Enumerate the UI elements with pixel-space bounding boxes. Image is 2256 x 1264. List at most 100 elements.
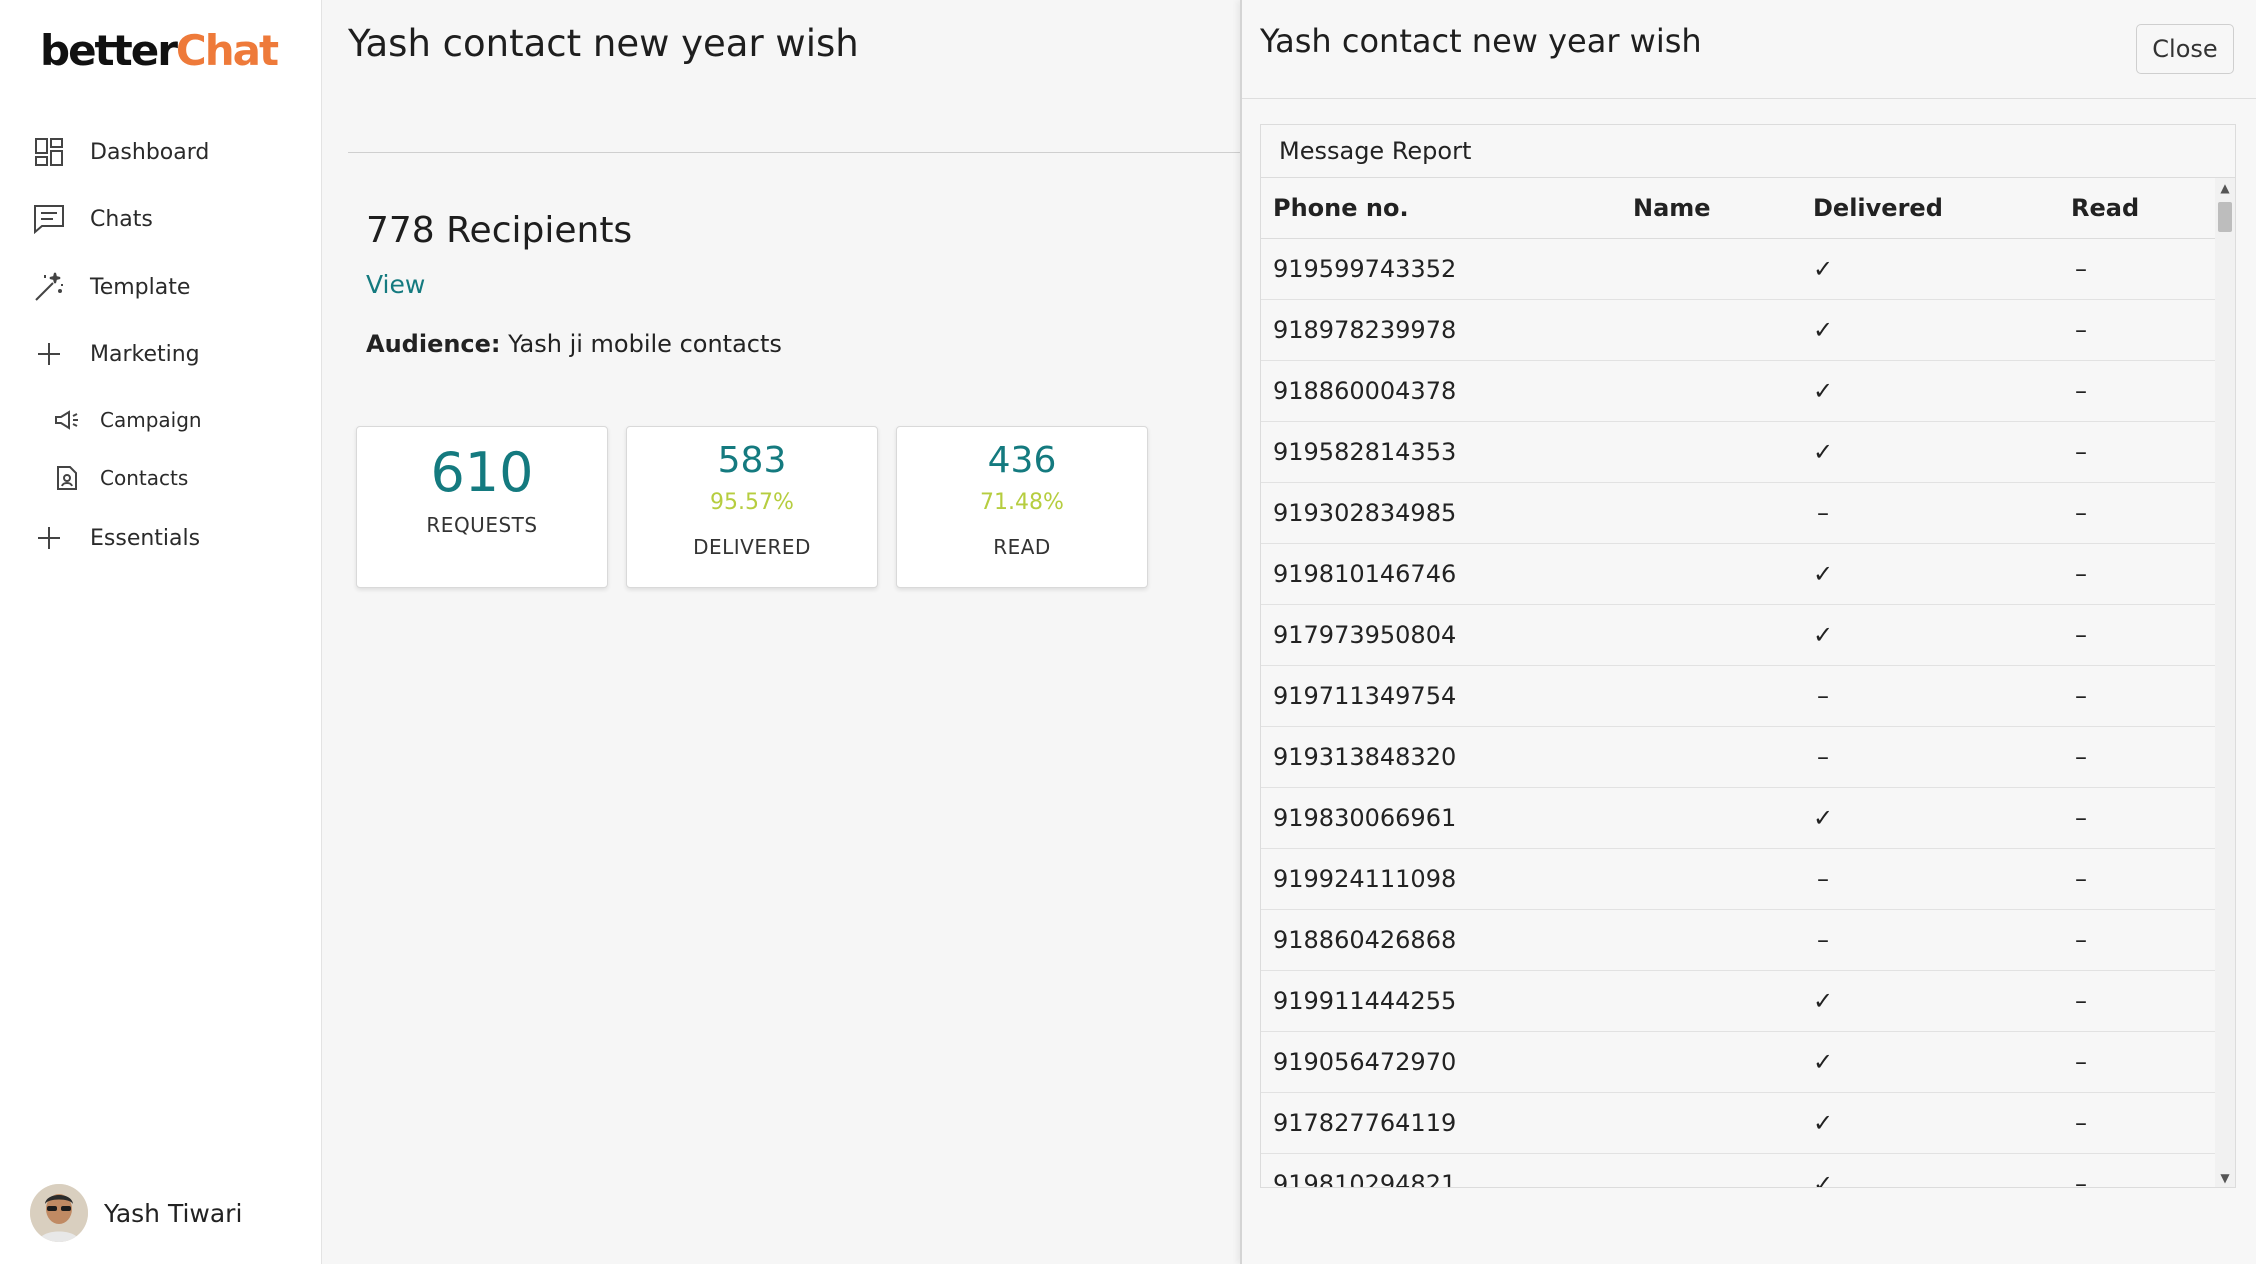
delivered-cell: ✓ <box>1801 543 2059 605</box>
sidebar-item-label: Campaign <box>100 408 202 432</box>
phone-cell: 919582814353 <box>1261 421 1621 483</box>
dash-icon: – <box>2075 621 2087 649</box>
table-row: 919056472970 ✓ – <box>1261 1031 2217 1093</box>
close-button[interactable]: Close <box>2136 24 2234 74</box>
table-row: 918860004378 ✓ – <box>1261 360 2217 422</box>
dash-icon: – <box>2075 804 2087 832</box>
message-report-panel: Yash contact new year wish Close Message… <box>1240 0 2256 1264</box>
report-table-container: Phone no. Name Delivered Read 9195997433… <box>1261 178 2217 1188</box>
name-cell <box>1621 970 1801 1032</box>
name-cell <box>1621 726 1801 788</box>
name-cell <box>1621 360 1801 422</box>
column-header-delivered[interactable]: Delivered <box>1801 178 2059 239</box>
audience-info: Audience: Yash ji mobile contacts <box>366 330 782 358</box>
page-title: Yash contact new year wish <box>348 22 859 65</box>
table-row: 919911444255 ✓ – <box>1261 970 2217 1032</box>
sidebar-item-label: Contacts <box>100 466 189 490</box>
dash-icon: – <box>2075 255 2087 283</box>
read-cell: – <box>2059 909 2217 971</box>
check-icon: ✓ <box>1813 316 1834 344</box>
table-row: 918978239978 ✓ – <box>1261 299 2217 361</box>
read-cell: – <box>2059 1153 2217 1187</box>
report-table: Phone no. Name Delivered Read 9195997433… <box>1261 178 2217 1188</box>
phone-cell: 919313848320 <box>1261 726 1621 788</box>
name-cell <box>1621 543 1801 605</box>
name-cell <box>1621 787 1801 849</box>
name-cell <box>1621 665 1801 727</box>
dash-icon: – <box>2075 316 2087 344</box>
brand-logo[interactable]: betterChat <box>40 26 279 75</box>
dash-icon: – <box>1817 865 1829 893</box>
name-cell <box>1621 238 1801 300</box>
table-row: 919810294821 ✓ – <box>1261 1153 2217 1188</box>
sidebar-item-essentials[interactable]: Essentials <box>32 516 200 560</box>
table-header-row: Phone no. Name Delivered Read <box>1261 178 2217 239</box>
column-header-phone[interactable]: Phone no. <box>1261 178 1621 239</box>
sidebar: betterChat Dashboard Chats Template Mark… <box>0 0 322 1264</box>
phone-cell: 919810294821 <box>1261 1153 1621 1187</box>
delivered-cell: ✓ <box>1801 360 2059 422</box>
dash-icon: – <box>1817 926 1829 954</box>
scroll-up-arrow-icon[interactable]: ▲ <box>2215 178 2235 198</box>
sidebar-item-label: Essentials <box>90 525 201 551</box>
delivered-label: DELIVERED <box>693 535 811 559</box>
read-percent: 71.48% <box>980 490 1064 515</box>
dash-icon: – <box>2075 743 2087 771</box>
phone-cell: 918860004378 <box>1261 360 1621 422</box>
dash-icon: – <box>2075 1109 2087 1137</box>
sidebar-item-label: Template <box>90 274 191 300</box>
sidebar-item-chats[interactable]: Chats <box>32 197 153 241</box>
delivered-cell: ✓ <box>1801 1092 2059 1154</box>
delivered-cell: ✓ <box>1801 1153 2059 1188</box>
dash-icon: – <box>2075 438 2087 466</box>
column-header-name[interactable]: Name <box>1621 178 1801 239</box>
read-value: 436 <box>987 440 1057 481</box>
table-row: 919302834985 – – <box>1261 482 2217 544</box>
title-divider <box>348 152 1268 153</box>
sidebar-item-contacts[interactable]: Contacts <box>54 456 188 500</box>
read-stat-card: 436 71.48% READ <box>896 426 1148 588</box>
read-cell: – <box>2059 787 2217 849</box>
phone-cell: 917827764119 <box>1261 1092 1621 1154</box>
user-name: Yash Tiwari <box>104 1198 243 1228</box>
read-cell: – <box>2059 360 2217 422</box>
read-cell: – <box>2059 238 2217 300</box>
dash-icon: – <box>2075 499 2087 527</box>
dash-icon: – <box>2075 865 2087 893</box>
check-icon: ✓ <box>1813 1048 1834 1076</box>
grid-icon <box>32 135 66 169</box>
phone-cell: 919924111098 <box>1261 848 1621 910</box>
sidebar-item-template[interactable]: Template <box>32 265 190 309</box>
dash-icon: – <box>2075 682 2087 710</box>
scroll-down-arrow-icon[interactable]: ▼ <box>2215 1168 2235 1187</box>
phone-cell: 917973950804 <box>1261 604 1621 666</box>
delivered-cell: ✓ <box>1801 299 2059 361</box>
sidebar-item-marketing[interactable]: Marketing <box>32 332 200 376</box>
read-cell: – <box>2059 848 2217 910</box>
delivered-cell: ✓ <box>1801 238 2059 300</box>
brand-name-part2: Chat <box>175 26 279 75</box>
delivered-cell: ✓ <box>1801 1031 2059 1093</box>
scrollbar-thumb[interactable] <box>2218 202 2232 232</box>
delivered-value: 583 <box>717 440 787 481</box>
sidebar-item-campaign[interactable]: Campaign <box>54 398 202 442</box>
dash-icon: – <box>1817 743 1829 771</box>
sidebar-item-dashboard[interactable]: Dashboard <box>32 130 209 174</box>
requests-value: 610 <box>430 441 534 504</box>
view-recipients-link[interactable]: View <box>366 270 425 299</box>
plus-icon <box>32 337 66 371</box>
table-row: 917827764119 ✓ – <box>1261 1092 2217 1154</box>
read-cell: – <box>2059 726 2217 788</box>
phone-cell: 919302834985 <box>1261 482 1621 544</box>
delivered-stat-card: 583 95.57% DELIVERED <box>626 426 878 588</box>
table-row: 919582814353 ✓ – <box>1261 421 2217 483</box>
read-cell: – <box>2059 482 2217 544</box>
read-cell: – <box>2059 604 2217 666</box>
name-cell <box>1621 299 1801 361</box>
table-scrollbar[interactable]: ▲ ▼ <box>2215 178 2235 1187</box>
requests-label: REQUESTS <box>426 513 538 537</box>
column-header-read[interactable]: Read <box>2059 178 2217 239</box>
dash-icon: – <box>1817 499 1829 527</box>
user-profile[interactable]: Yash Tiwari <box>30 1184 242 1242</box>
check-icon: ✓ <box>1813 1170 1834 1188</box>
